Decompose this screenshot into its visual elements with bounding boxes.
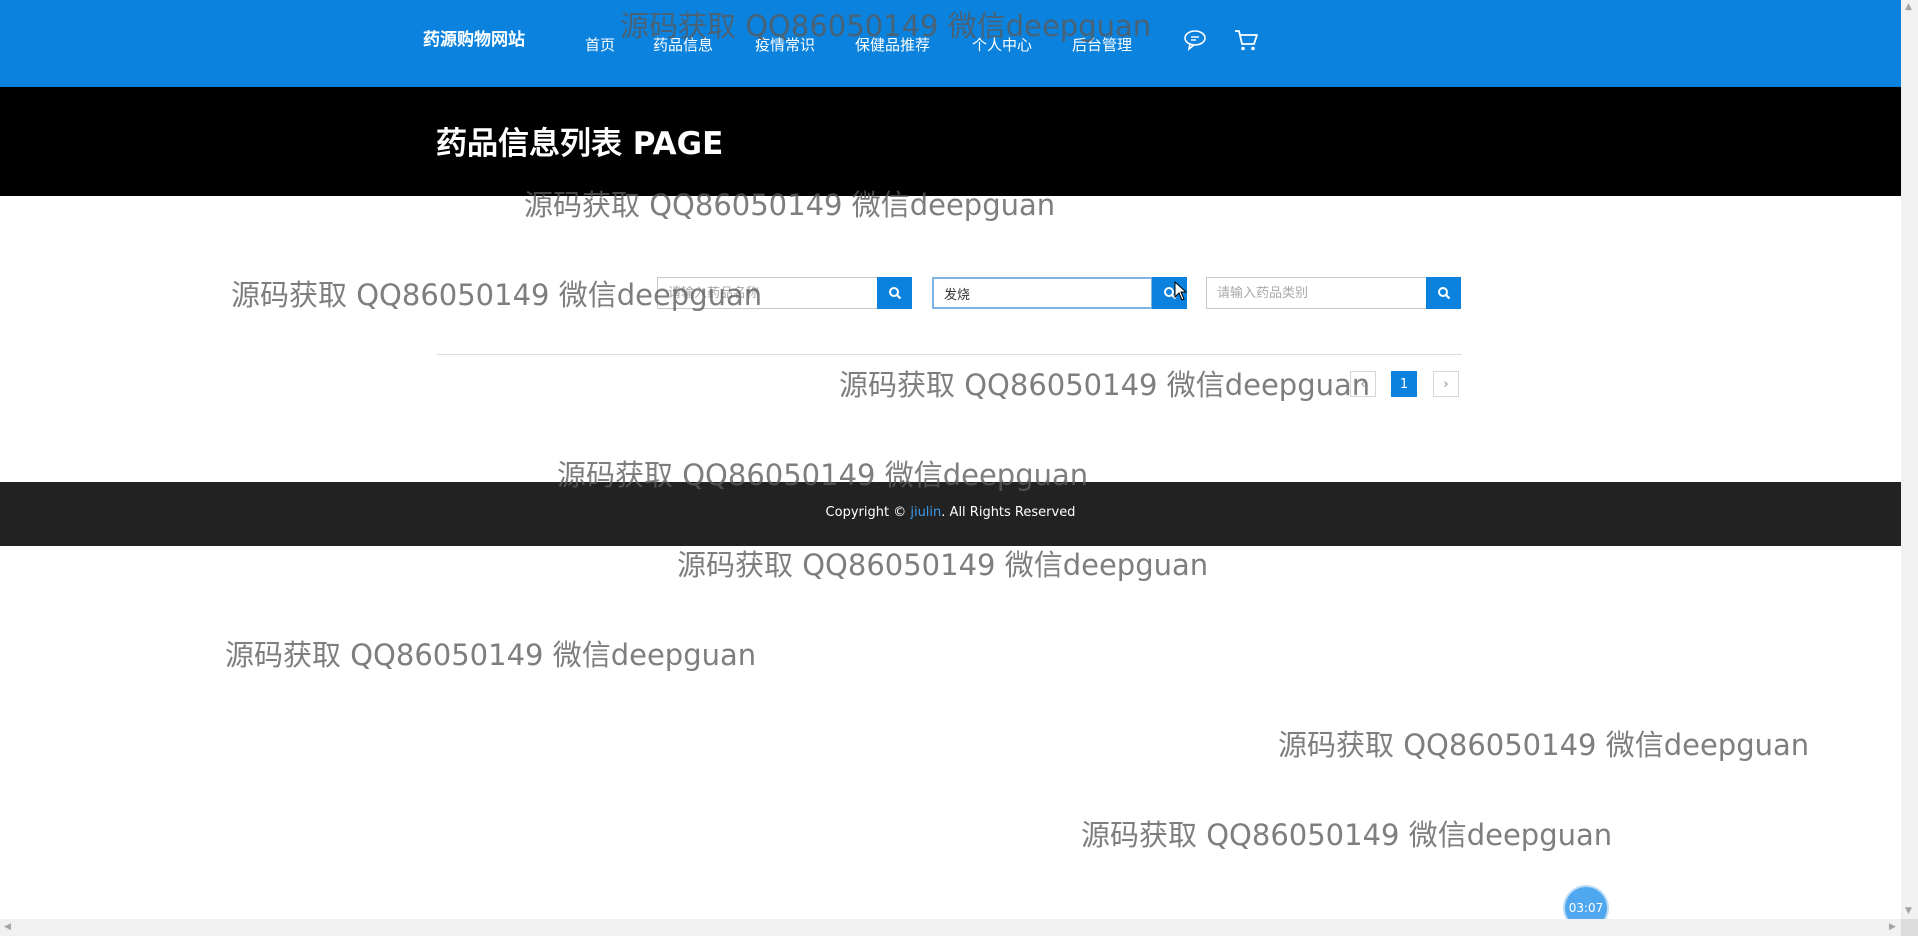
copyright-suffix: . All Rights Reserved [941,505,1076,520]
page: 药源购物网站 首页 药品信息 疫情常识 保健品推荐 个人中心 后台管理 药品信息… [0,0,1918,936]
pagination-prev-button[interactable]: ‹ [1350,371,1376,397]
search-group-name [657,277,912,309]
scrollbar-corner [1901,919,1918,936]
medicine-category-search-input[interactable] [1206,277,1427,309]
medicine-category-search-button[interactable] [1426,277,1461,309]
medicine-name-search-button[interactable] [877,277,912,309]
scroll-right-icon[interactable]: ▶ [1889,922,1896,932]
page-header-banner: 药品信息列表 PAGE [0,87,1901,196]
top-navbar: 药源购物网站 首页 药品信息 疫情常识 保健品推荐 个人中心 后台管理 [0,0,1901,87]
vertical-scrollbar[interactable]: ▲ ▼ [1901,0,1918,919]
content-divider [437,354,1462,355]
medicine-name-search-input[interactable] [657,277,878,309]
search-group-category [1206,277,1462,309]
nav-item-epidemic-knowledge[interactable]: 疫情常识 [755,34,815,55]
search-group-effect [932,277,1187,309]
copyright-text: Copyright © jiulin. All Rights Reserved [0,505,1901,520]
chat-bubble-icon[interactable] [1181,26,1209,54]
nav-item-health-products[interactable]: 保健品推荐 [855,34,930,55]
watermark-text: 源码获取 QQ86050149 微信deepguan [1278,728,1810,762]
cart-icon[interactable] [1232,26,1260,54]
nav-item-medicine-info[interactable]: 药品信息 [653,34,713,55]
site-footer: Copyright © jiulin. All Rights Reserved [0,482,1901,546]
horizontal-scrollbar[interactable]: ◀ ▶ [0,919,1901,936]
watermark-text: 源码获取 QQ86050149 微信deepguan [1081,818,1613,852]
nav-item-personal-center[interactable]: 个人中心 [972,34,1032,55]
scroll-up-icon[interactable]: ▲ [1905,2,1912,12]
watermark-text: 源码获取 QQ86050149 微信deepguan [839,368,1371,402]
watermark-text: 源码获取 QQ86050149 微信deepguan [225,638,757,672]
page-title: 药品信息列表 PAGE [436,126,724,162]
site-logo[interactable]: 药源购物网站 [423,25,525,50]
nav-item-admin[interactable]: 后台管理 [1072,34,1132,55]
copyright-link[interactable]: jiulin [910,505,941,520]
copyright-prefix: Copyright © [825,505,911,520]
nav-item-home[interactable]: 首页 [585,34,615,55]
mouse-cursor-icon [1174,281,1188,301]
scroll-left-icon[interactable]: ◀ [4,922,11,932]
search-icon [888,287,901,300]
search-icon [1437,287,1450,300]
pagination-next-button[interactable]: › [1433,371,1459,397]
medicine-effect-search-input[interactable] [932,277,1153,309]
pagination-page-1[interactable]: 1 [1391,371,1417,397]
watermark-text: 源码获取 QQ86050149 微信deepguan [677,548,1209,582]
scroll-down-icon[interactable]: ▼ [1905,906,1912,916]
